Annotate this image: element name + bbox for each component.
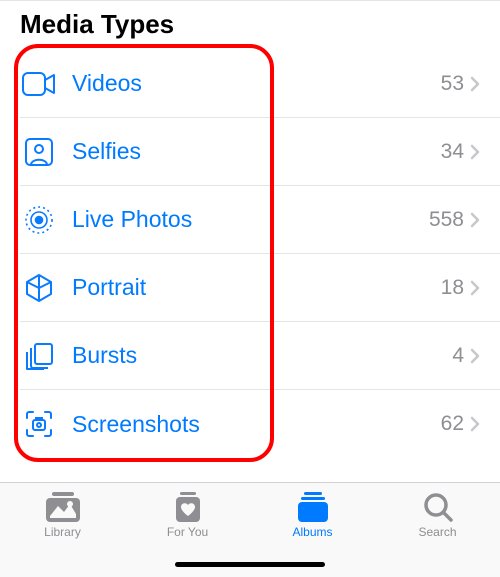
row-portrait[interactable]: Portrait 18 [20, 254, 500, 322]
chevron-right-icon [466, 415, 484, 433]
tab-library[interactable]: Library [13, 491, 113, 577]
library-icon [45, 491, 81, 523]
chevron-right-icon [466, 143, 484, 161]
tab-label: Search [418, 525, 456, 539]
media-types-list: Videos 53 Selfies 34 [0, 50, 500, 458]
row-count: 4 [452, 344, 464, 368]
row-label: Portrait [58, 274, 441, 301]
row-count: 53 [441, 72, 464, 96]
tab-search[interactable]: Search [388, 491, 488, 577]
row-label: Live Photos [58, 206, 429, 233]
row-count: 18 [441, 276, 464, 300]
row-bursts[interactable]: Bursts 4 [20, 322, 500, 390]
tab-label: For You [167, 525, 208, 539]
chevron-right-icon [466, 211, 484, 229]
home-indicator[interactable] [175, 562, 325, 567]
chevron-right-icon [466, 279, 484, 297]
tab-label: Library [44, 525, 81, 539]
albums-icon [295, 491, 331, 523]
chevron-right-icon [466, 347, 484, 365]
row-label: Videos [58, 70, 441, 97]
row-selfies[interactable]: Selfies 34 [20, 118, 500, 186]
foryou-icon [170, 491, 206, 523]
chevron-right-icon [466, 75, 484, 93]
row-label: Screenshots [58, 411, 441, 438]
selfies-icon [20, 133, 58, 171]
row-label: Bursts [58, 342, 452, 369]
row-count: 558 [429, 208, 464, 232]
row-count: 34 [441, 140, 464, 164]
row-videos[interactable]: Videos 53 [20, 50, 500, 118]
row-label: Selfies [58, 138, 441, 165]
bursts-icon [20, 337, 58, 375]
row-count: 62 [441, 412, 464, 436]
tab-label: Albums [292, 525, 332, 539]
search-icon [420, 491, 456, 523]
livephotos-icon [20, 201, 58, 239]
section-title: Media Types [0, 0, 500, 50]
row-screenshots[interactable]: Screenshots 62 [20, 390, 500, 458]
row-livephotos[interactable]: Live Photos 558 [20, 186, 500, 254]
video-icon [20, 65, 58, 103]
portrait-icon [20, 269, 58, 307]
screenshots-icon [20, 405, 58, 443]
